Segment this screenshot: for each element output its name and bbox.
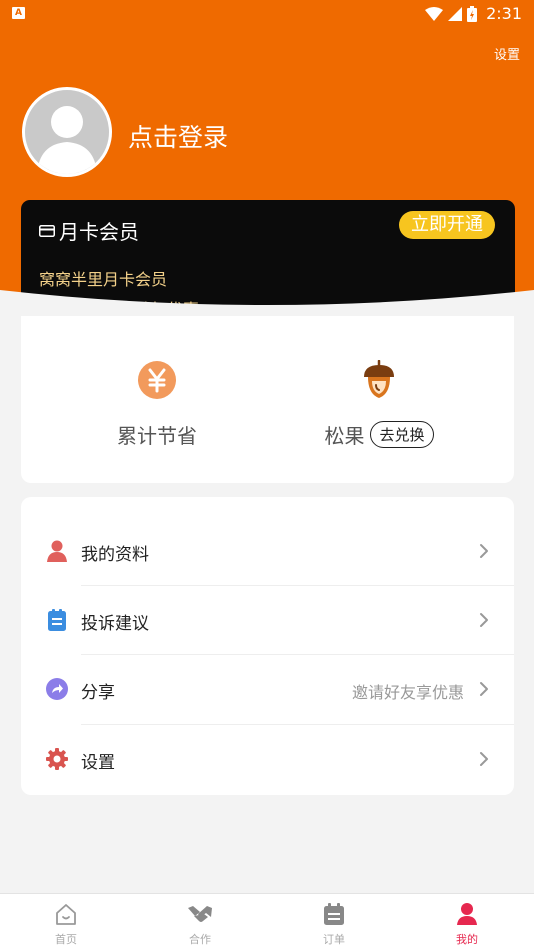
- home-icon: [56, 904, 76, 925]
- yen-icon: [138, 361, 176, 399]
- acorn-icon: [364, 360, 394, 398]
- avatar[interactable]: [22, 87, 112, 177]
- chevron-right-icon: [480, 613, 488, 627]
- stats-card: 累计节省 松果 去兑换: [21, 316, 514, 483]
- bottom-tab-bar: 首页 合作 订单 我的: [0, 893, 534, 950]
- notification-badge-icon: A: [12, 7, 25, 19]
- tab-mine[interactable]: 我的: [427, 900, 507, 947]
- tab-cooperation[interactable]: 合作: [160, 900, 240, 947]
- status-bar: A 2:31: [0, 0, 534, 28]
- chevron-right-icon: [480, 752, 488, 766]
- vip-title-row: 月卡会员: [39, 216, 139, 245]
- menu-item-settings[interactable]: 设置: [21, 725, 514, 794]
- tab-label: 我的: [456, 933, 478, 946]
- redeem-button[interactable]: 去兑换: [370, 421, 434, 448]
- vip-title: 月卡会员: [59, 220, 139, 244]
- tab-label: 合作: [189, 933, 211, 946]
- card-icon: [39, 224, 55, 237]
- signal-icon: [448, 6, 463, 21]
- status-icons: 2:31: [425, 4, 522, 23]
- clipboard-icon: [48, 609, 66, 631]
- stat-pinecone[interactable]: 松果 去兑换: [279, 360, 479, 449]
- menu-item-feedback[interactable]: 投诉建议: [21, 586, 514, 655]
- savings-label: 累计节省: [117, 424, 197, 448]
- pinecone-label: 松果: [324, 424, 365, 448]
- battery-icon: [467, 5, 478, 22]
- menu-item-label: 设置: [81, 753, 115, 773]
- stat-savings[interactable]: 累计节省: [57, 360, 257, 449]
- menu-item-share[interactable]: 分享 邀请好友享优惠: [21, 655, 514, 724]
- tab-home[interactable]: 首页: [26, 900, 106, 947]
- vip-open-button[interactable]: 立即开通: [399, 211, 495, 239]
- login-link[interactable]: 点击登录: [128, 118, 228, 154]
- menu-item-profile[interactable]: 我的资料: [21, 517, 514, 586]
- menu-item-label: 我的资料: [81, 545, 149, 565]
- menu-card: 我的资料 投诉建议 分享 邀请好友享优惠 设置: [21, 497, 514, 795]
- header-settings-link[interactable]: 设置: [494, 44, 520, 63]
- status-time: 2:31: [486, 4, 522, 23]
- menu-item-value: 邀请好友享优惠: [351, 683, 464, 702]
- person-icon: [47, 540, 67, 562]
- gear-icon: [46, 748, 68, 770]
- tab-label: 订单: [323, 933, 345, 946]
- profile-icon: [457, 903, 477, 925]
- calendar-icon: [324, 903, 344, 925]
- wifi-icon: [425, 6, 444, 21]
- handshake-icon: [188, 906, 212, 922]
- menu-item-label: 投诉建议: [81, 614, 149, 634]
- menu-item-label: 分享: [81, 683, 115, 703]
- chevron-right-icon: [480, 544, 488, 558]
- tab-label: 首页: [55, 933, 77, 946]
- default-avatar-icon: [37, 106, 97, 174]
- chevron-right-icon: [480, 682, 488, 696]
- share-icon: [46, 678, 68, 700]
- tab-orders[interactable]: 订单: [294, 900, 374, 947]
